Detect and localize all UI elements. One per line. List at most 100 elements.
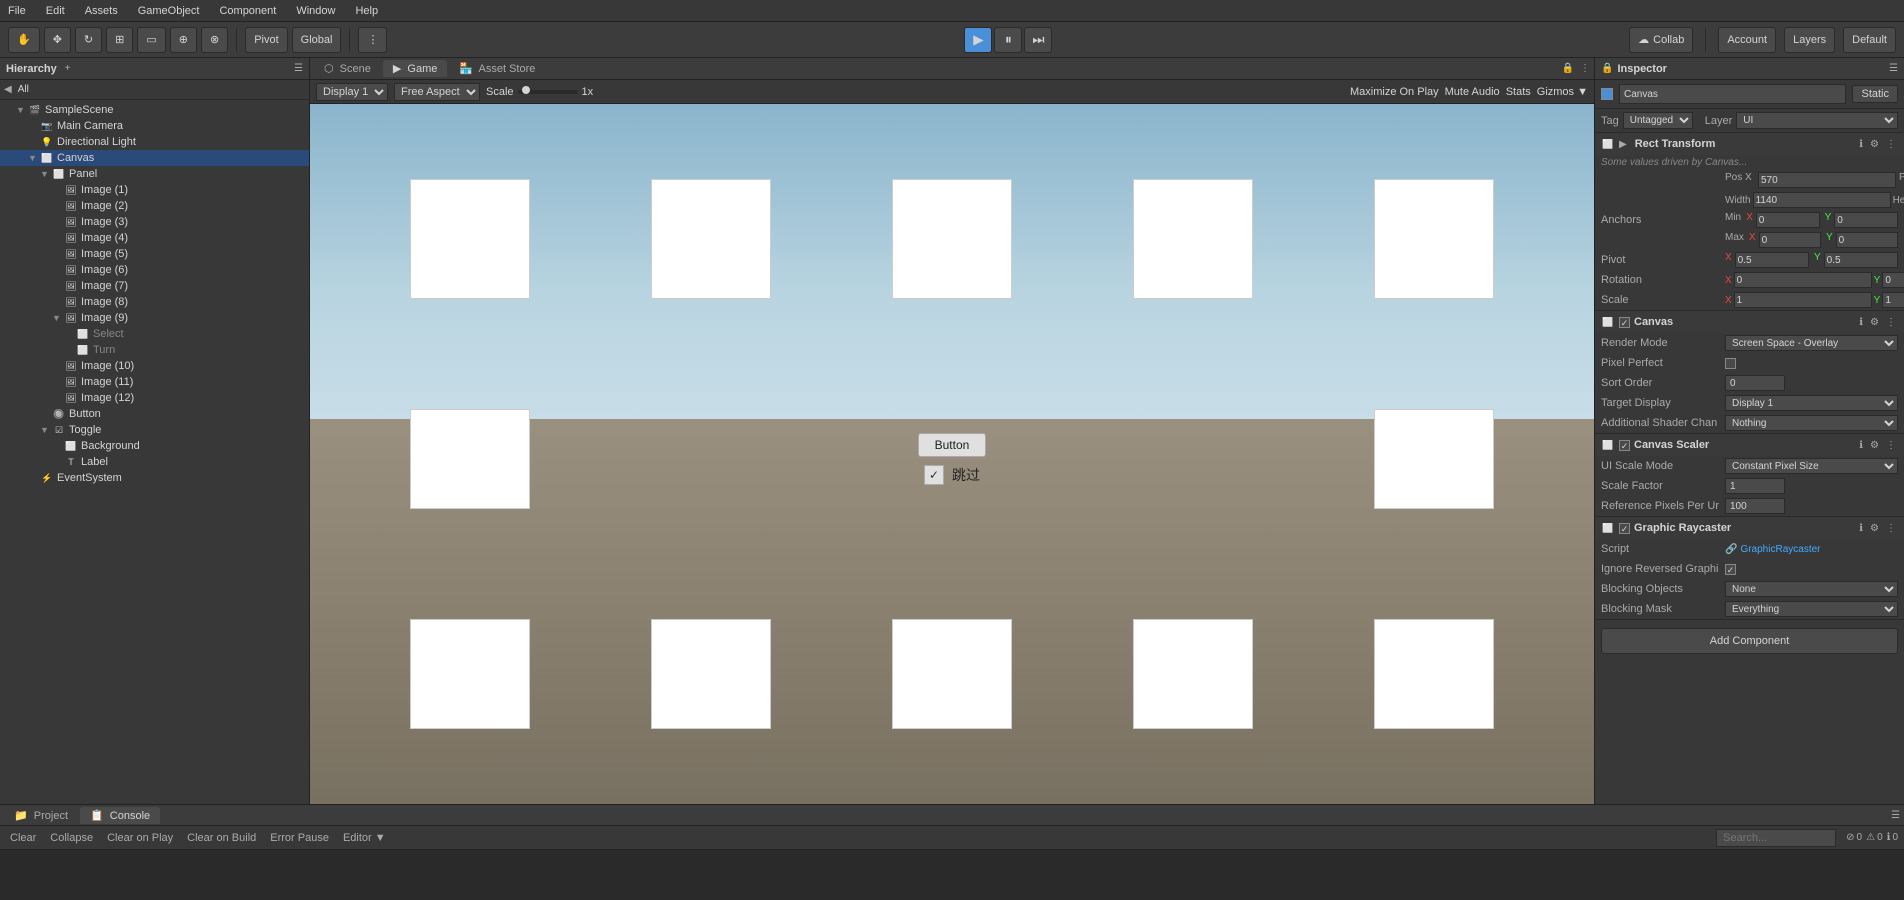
add-component-button[interactable]: Add Component — [1601, 628, 1898, 654]
canvas-scaler-header[interactable]: ⬜ Canvas Scaler ℹ ⚙ ⋮ — [1595, 434, 1904, 456]
error-pause-btn[interactable]: Error Pause — [266, 830, 333, 846]
shader-chan-select[interactable]: Nothing — [1725, 415, 1898, 431]
rt-settings-btn[interactable]: ⚙ — [1868, 139, 1881, 150]
tab-project[interactable]: 📁 Project — [4, 807, 78, 824]
menu-assets[interactable]: Assets — [81, 5, 122, 17]
ref-ppu-input[interactable] — [1725, 498, 1785, 514]
posx-input[interactable] — [1758, 172, 1896, 188]
collapse-btn[interactable]: Collapse — [46, 830, 97, 846]
hier-image3[interactable]: 🖼Image (3) — [0, 214, 309, 230]
step-button[interactable]: ⏭ — [1024, 27, 1052, 53]
raycaster-settings-btn[interactable]: ⚙ — [1868, 523, 1881, 534]
menu-window[interactable]: Window — [292, 5, 339, 17]
hier-image4[interactable]: 🖼Image (4) — [0, 230, 309, 246]
pause-button[interactable]: ⏸ — [994, 27, 1022, 53]
ignore-reversed-check[interactable] — [1725, 564, 1736, 575]
tool-move[interactable]: ✥ — [44, 27, 71, 53]
tool-custom[interactable]: ⊗ — [201, 27, 228, 53]
tag-select[interactable]: Untagged — [1623, 112, 1693, 129]
scale-factor-input[interactable] — [1725, 478, 1785, 494]
canvas-enable-check[interactable] — [1619, 317, 1630, 328]
hier-toggle[interactable]: ▼☑Toggle — [0, 422, 309, 438]
view-lock-icon[interactable]: 🔒 — [1562, 63, 1574, 74]
blocking-mask-select[interactable]: Everything — [1725, 601, 1898, 617]
hier-image11[interactable]: 🖼Image (11) — [0, 374, 309, 390]
object-name-field[interactable] — [1619, 84, 1846, 104]
clear-btn[interactable]: Clear — [6, 830, 40, 846]
roty-input[interactable] — [1882, 272, 1904, 288]
play-button[interactable]: ▶ — [964, 27, 992, 53]
editor-btn[interactable]: Editor ▼ — [339, 830, 390, 846]
hier-image1[interactable]: 🖼Image (1) — [0, 182, 309, 198]
scaler-more-btn[interactable]: ⋮ — [1884, 440, 1898, 451]
rt-more-btn[interactable]: ⋮ — [1884, 139, 1898, 150]
global-btn[interactable]: Global — [292, 27, 342, 53]
static-button[interactable]: Static — [1852, 85, 1898, 103]
blocking-obj-select[interactable]: None — [1725, 581, 1898, 597]
hierarchy-scene[interactable]: ▼ 🎬 SampleScene — [0, 102, 309, 118]
toggle-checkbox[interactable]: ✓ — [924, 465, 944, 485]
hier-turn[interactable]: ⬜Turn — [0, 342, 309, 358]
tool-hand[interactable]: ✋ — [8, 27, 40, 53]
render-mode-select[interactable]: Screen Space - Overlay — [1725, 335, 1898, 351]
menu-gameobject[interactable]: GameObject — [134, 5, 204, 17]
account-button[interactable]: Account — [1718, 27, 1776, 53]
canvas-section-header[interactable]: ⬜ Canvas ℹ ⚙ ⋮ — [1595, 311, 1904, 333]
view-more-icon[interactable]: ⋮ — [1580, 63, 1590, 74]
object-enable-checkbox[interactable] — [1601, 88, 1613, 100]
maximize-btn[interactable]: Maximize On Play — [1350, 86, 1439, 98]
hier-button[interactable]: 🔘Button — [0, 406, 309, 422]
clear-on-play-btn[interactable]: Clear on Play — [103, 830, 177, 846]
console-search-input[interactable] — [1716, 829, 1836, 847]
sort-order-input[interactable] — [1725, 375, 1785, 391]
menu-edit[interactable]: Edit — [42, 5, 69, 17]
hier-panel[interactable]: ▼ ⬜ Panel — [0, 166, 309, 182]
button-ui[interactable]: Button — [918, 433, 987, 457]
hierarchy-menu-icon[interactable]: ☰ — [294, 63, 303, 74]
scalex-input[interactable] — [1734, 292, 1872, 308]
canvas-settings-btn[interactable]: ⚙ — [1868, 317, 1881, 328]
hier-image10[interactable]: 🖼Image (10) — [0, 358, 309, 374]
gizmos-btn[interactable]: Gizmos ▼ — [1537, 86, 1588, 98]
hier-canvas[interactable]: ▼ ⬜ Canvas — [0, 150, 309, 166]
ui-scale-select[interactable]: Constant Pixel Size — [1725, 458, 1898, 474]
width-input[interactable] — [1753, 192, 1891, 208]
hierarchy-add-icon[interactable]: + — [65, 63, 71, 74]
rt-info-btn[interactable]: ℹ — [1857, 139, 1865, 150]
raycaster-check[interactable] — [1619, 523, 1630, 534]
hier-dir-light[interactable]: 💡 Directional Light — [0, 134, 309, 150]
graphic-raycaster-header[interactable]: ⬜ Graphic Raycaster ℹ ⚙ ⋮ — [1595, 517, 1904, 539]
tool-rotate[interactable]: ↻ — [75, 27, 102, 53]
stats-btn[interactable]: Stats — [1506, 86, 1531, 98]
menu-component[interactable]: Component — [215, 5, 280, 17]
collab-button[interactable]: ☁ Collab — [1629, 27, 1693, 53]
tab-console[interactable]: 📋 Console — [80, 807, 160, 824]
layers-button[interactable]: Layers — [1784, 27, 1835, 53]
aspect-select[interactable]: Free Aspect — [394, 83, 480, 101]
hier-image6[interactable]: 🖼Image (6) — [0, 262, 309, 278]
hier-background[interactable]: ⬜Background — [0, 438, 309, 454]
raycaster-info-btn[interactable]: ℹ — [1857, 523, 1865, 534]
scaler-settings-btn[interactable]: ⚙ — [1868, 440, 1881, 451]
tab-game[interactable]: ▶ Game — [383, 60, 448, 77]
pivoty-input[interactable] — [1824, 252, 1898, 268]
raycaster-more-btn[interactable]: ⋮ — [1884, 523, 1898, 534]
scale-slider-track[interactable] — [518, 90, 578, 94]
pixel-perfect-check[interactable] — [1725, 358, 1736, 369]
menu-help[interactable]: Help — [351, 5, 382, 17]
tool-combined[interactable]: ⊕ — [170, 27, 197, 53]
console-more-icon[interactable]: ☰ — [1891, 810, 1900, 821]
hier-label-item[interactable]: TLabel — [0, 454, 309, 470]
hier-image8[interactable]: 🖼Image (8) — [0, 294, 309, 310]
pivotx-input[interactable] — [1735, 252, 1809, 268]
anchor-miny-input[interactable] — [1834, 212, 1898, 228]
hier-select[interactable]: ⬜Select — [0, 326, 309, 342]
anchor-maxy-input[interactable] — [1836, 232, 1898, 248]
hier-image9[interactable]: ▼🖼Image (9) — [0, 310, 309, 326]
tool-scale[interactable]: ⊞ — [106, 27, 133, 53]
anchor-minx-input[interactable] — [1756, 212, 1820, 228]
tab-asset-store[interactable]: 🏪 Asset Store — [449, 60, 545, 77]
hier-main-camera[interactable]: 📷 Main Camera — [0, 118, 309, 134]
target-display-select[interactable]: Display 1 — [1725, 395, 1898, 411]
scaley-input[interactable] — [1882, 292, 1904, 308]
